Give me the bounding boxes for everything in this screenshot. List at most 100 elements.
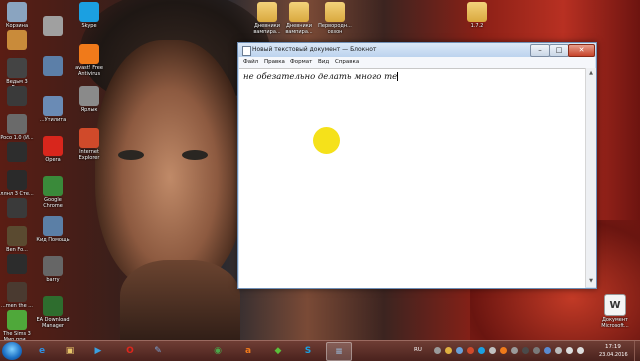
chrome-icon: ◉ [214, 345, 222, 356]
folder-icon [325, 2, 345, 22]
desktop-icon[interactable] [0, 254, 34, 275]
game-icon [7, 86, 27, 106]
game-icon [7, 58, 27, 78]
taskbar-button[interactable]: ▣ [58, 342, 82, 359]
desktop-icon[interactable] [0, 142, 34, 163]
close-button[interactable]: ✕ [568, 44, 595, 57]
desktop-icon[interactable] [0, 198, 34, 219]
window-titlebar[interactable]: Новый текстовый документ — Блокнот – □ ✕ [238, 43, 596, 57]
tray-icon[interactable] [500, 347, 507, 354]
desktop-icon[interactable]: ...men the ... [0, 282, 34, 309]
avast-icon [79, 44, 99, 64]
desktop-icon[interactable] [0, 86, 34, 107]
desktop-icon[interactable]: avast! Free Antivirus [72, 44, 106, 77]
taskbar-button[interactable]: ◆ [266, 342, 290, 359]
wallpaper-eye [182, 150, 208, 160]
taskbar: e ▣ ▶ O ✎ ◉ a ◆ S ≡ RU 17:19 23.04.2016 [0, 340, 640, 361]
menu-file[interactable]: Файл [243, 59, 258, 65]
desktop-folder[interactable]: Дневники вампира... [282, 2, 316, 35]
tray-icon[interactable] [544, 347, 551, 354]
maximize-button[interactable]: □ [549, 44, 569, 57]
text-editor-area[interactable]: не обезательно делать много те [239, 68, 585, 288]
desktop-icon[interactable]: Poco 1.0 (И... [0, 114, 34, 141]
tray-icon[interactable] [478, 347, 485, 354]
network-icon[interactable] [566, 347, 573, 354]
text-content-line: не обезательно делать много те [243, 72, 399, 82]
menu-format[interactable]: Формат [290, 59, 312, 65]
taskbar-button[interactable]: ▶ [86, 342, 110, 359]
taskbar-button[interactable]: O [118, 342, 142, 359]
desktop-icon-label: ллнл 3 Сте... [0, 191, 34, 197]
desktop-icon[interactable]: Google Chrome [36, 176, 70, 209]
desktop-icon[interactable]: The Sims 3 Мир при... [0, 310, 34, 343]
minimize-button[interactable]: – [530, 44, 550, 57]
text-caret [397, 72, 399, 81]
desktop-folder[interactable]: Дневники вампира... [250, 2, 284, 35]
desktop-folder-label: Дневники вампира... [285, 23, 313, 35]
desktop-icon[interactable]: ...Утилита [36, 96, 70, 123]
tray-icon[interactable] [511, 347, 518, 354]
notepad-window[interactable]: Новый текстовый документ — Блокнот – □ ✕… [237, 42, 597, 289]
desktop-icon[interactable]: Opera [36, 136, 70, 163]
skype-icon [79, 2, 99, 22]
desktop-icon[interactable]: Ярлык [72, 86, 106, 113]
app-icon [43, 56, 63, 76]
taskbar-button[interactable]: e [30, 342, 54, 359]
desktop-icon-label: Poco 1.0 (И... [0, 135, 34, 141]
show-desktop-button[interactable] [634, 341, 640, 361]
desktop-icon[interactable]: Skype [72, 2, 106, 29]
menu-view[interactable]: Вид [318, 59, 329, 65]
desktop-icon-label: Кид Помощь [36, 237, 70, 243]
desktop-icon-label: Google Chrome [43, 197, 63, 209]
desktop-icon[interactable]: Internet Explorer [72, 128, 106, 161]
volume-icon[interactable] [577, 347, 584, 354]
tray-icon[interactable] [434, 347, 441, 354]
desktop-icon[interactable]: Кид Помощь [36, 216, 70, 243]
start-button[interactable] [2, 342, 22, 360]
desktop-folder-label: Первородн... сезон [318, 23, 352, 35]
desktop-folder[interactable]: Первородн... сезон [318, 2, 352, 35]
app-icon [7, 30, 27, 50]
desktop-icon[interactable] [36, 16, 70, 37]
desktop-icon[interactable]: Корзина [0, 2, 34, 29]
folder-icon [257, 2, 277, 22]
desktop-icon[interactable]: barry [36, 256, 70, 283]
tray-icon[interactable] [555, 347, 562, 354]
ea-icon [43, 296, 63, 316]
app-icon [79, 86, 99, 106]
tray-icon[interactable] [489, 347, 496, 354]
desktop-icon[interactable]: EA Download Manager [36, 296, 70, 329]
folder-icon [289, 2, 309, 22]
tray-icon[interactable] [467, 347, 474, 354]
vertical-scrollbar[interactable]: ▲ ▼ [585, 68, 596, 287]
language-indicator[interactable]: RU [414, 347, 422, 353]
menu-help[interactable]: Справка [335, 59, 359, 65]
scroll-up-icon[interactable]: ▲ [587, 69, 595, 77]
taskbar-button[interactable]: ≡ [326, 342, 352, 361]
game-icon [7, 198, 27, 218]
photo-icon [43, 16, 63, 36]
taskbar-button[interactable]: S [296, 342, 320, 359]
desktop-icon-label: avast! Free Antivirus [75, 65, 103, 77]
desktop-icon[interactable]: Ben Fo... [0, 226, 34, 253]
taskbar-button[interactable]: ◉ [206, 342, 230, 359]
desktop-icon[interactable] [0, 30, 34, 51]
taskbar-button[interactable]: ✎ [146, 342, 170, 359]
desktop-icon-document[interactable]: W Документ Microsoft... [598, 294, 632, 329]
menu-edit[interactable]: Правка [264, 59, 285, 65]
desktop-folder[interactable]: 1.7.2 [460, 2, 494, 29]
tray-icon[interactable] [522, 347, 529, 354]
tray-icon[interactable] [456, 347, 463, 354]
clock-time[interactable]: 17:19 [605, 344, 621, 350]
taskbar-button[interactable]: a [236, 342, 260, 359]
scroll-down-icon[interactable]: ▼ [587, 277, 595, 285]
opera-icon: O [126, 345, 134, 356]
system-tray: RU 17:19 23.04.2016 [412, 341, 640, 361]
tray-icon[interactable] [445, 347, 452, 354]
clock-date[interactable]: 23.04.2016 [599, 352, 628, 358]
desktop-icon[interactable] [36, 56, 70, 77]
cursor-highlight [313, 127, 340, 154]
desktop-icon[interactable]: ллнл 3 Сте... [0, 170, 34, 197]
tray-icon[interactable] [533, 347, 540, 354]
chrome-icon [43, 176, 63, 196]
